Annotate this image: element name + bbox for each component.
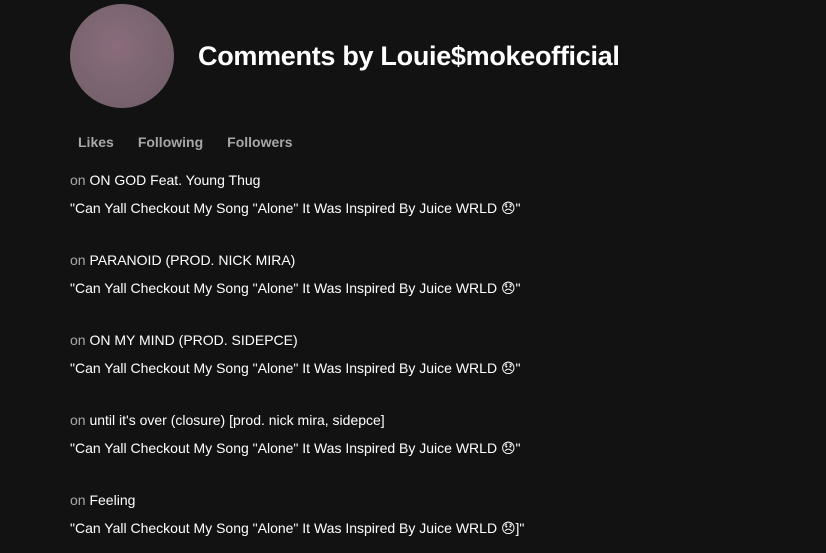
comment-text: "Can Yall Checkout My Song "Alone" It Wa… bbox=[70, 200, 521, 216]
comment-text: "Can Yall Checkout My Song "Alone" It Wa… bbox=[70, 520, 525, 536]
comment-item: on PARANOID (PROD. NICK MIRA) "Can Yall … bbox=[70, 251, 810, 331]
page-title: Comments by Louie$mokeofficial bbox=[198, 41, 620, 71]
comment-song-line: on ON MY MIND (PROD. SIDEPCE) bbox=[70, 331, 810, 349]
comment-song-line: on until it's over (closure) [prod. nick… bbox=[70, 411, 810, 429]
comment-song-line: on Feeling bbox=[70, 491, 810, 509]
comments-list: on ON GOD Feat. Young Thug "Can Yall Che… bbox=[70, 171, 810, 553]
song-link[interactable]: until it's over (closure) [prod. nick mi… bbox=[89, 412, 384, 428]
tab-following[interactable]: Following bbox=[138, 133, 203, 151]
tab-followers[interactable]: Followers bbox=[227, 133, 292, 151]
on-label: on bbox=[70, 332, 86, 348]
comment-text: "Can Yall Checkout My Song "Alone" It Wa… bbox=[70, 280, 521, 296]
on-label: on bbox=[70, 172, 86, 188]
comment-song-line: on ON GOD Feat. Young Thug bbox=[70, 171, 810, 189]
song-link[interactable]: ON GOD Feat. Young Thug bbox=[89, 172, 260, 188]
song-link[interactable]: PARANOID (PROD. NICK MIRA) bbox=[89, 252, 295, 268]
tab-likes[interactable]: Likes bbox=[78, 133, 114, 151]
comment-text: "Can Yall Checkout My Song "Alone" It Wa… bbox=[70, 440, 521, 456]
comment-item: on ON MY MIND (PROD. SIDEPCE) "Can Yall … bbox=[70, 331, 810, 411]
comment-song-line: on PARANOID (PROD. NICK MIRA) bbox=[70, 251, 810, 269]
comment-item: on until it's over (closure) [prod. nick… bbox=[70, 411, 810, 491]
profile-tabs: Likes Following Followers bbox=[78, 133, 293, 151]
comment-item: on ON GOD Feat. Young Thug "Can Yall Che… bbox=[70, 171, 810, 251]
on-label: on bbox=[70, 492, 86, 508]
on-label: on bbox=[70, 412, 86, 428]
comment-text: "Can Yall Checkout My Song "Alone" It Wa… bbox=[70, 360, 521, 376]
song-link[interactable]: Feeling bbox=[89, 492, 135, 508]
avatar[interactable] bbox=[70, 4, 174, 108]
on-label: on bbox=[70, 252, 86, 268]
song-link[interactable]: ON MY MIND (PROD. SIDEPCE) bbox=[89, 332, 297, 348]
comment-item: on Feeling "Can Yall Checkout My Song "A… bbox=[70, 491, 810, 553]
profile-comments-page: Comments by Louie$mokeofficial Likes Fol… bbox=[0, 0, 826, 553]
